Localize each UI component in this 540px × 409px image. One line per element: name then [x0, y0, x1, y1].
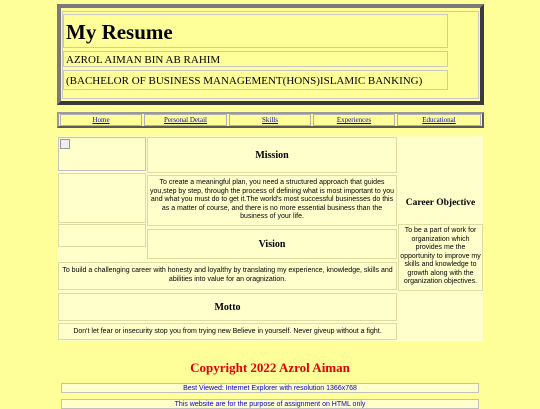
nav-link-educational[interactable]: Educational — [422, 116, 455, 124]
page-title: My Resume — [63, 14, 448, 48]
nav-cell-educational: Educational — [397, 114, 481, 126]
left-cell — [58, 224, 146, 247]
mission-title: Mission — [147, 137, 397, 173]
vision-title: Vision — [147, 229, 397, 259]
motto-text: Don't let fear or insecurity stop you fr… — [58, 323, 397, 340]
nav-cell-personal-detail: Personal Detail — [144, 114, 227, 126]
nav-link-skills[interactable]: Skills — [262, 116, 278, 124]
copyright-text: Copyright 2022 Azrol Aiman — [190, 360, 350, 375]
left-cell — [58, 173, 146, 223]
purpose-note: This website are for the purpose of assi… — [61, 399, 479, 409]
nav-link-personal-detail[interactable]: Personal Detail — [164, 116, 207, 124]
profile-image — [58, 137, 146, 171]
owner-name: AZROL AIMAN BIN AB RAHIM — [63, 51, 448, 67]
nav-cell-skills: Skills — [229, 114, 311, 126]
nav-cell-home: Home — [60, 114, 142, 126]
motto-title: Motto — [58, 293, 397, 321]
mission-text: To create a meaningful plan, you need a … — [147, 175, 397, 226]
nav-link-home[interactable]: Home — [92, 116, 109, 124]
best-viewed-note: Best Viewed: Internet Explorer with reso… — [61, 383, 479, 393]
broken-image-icon — [60, 139, 70, 149]
nav-cell-experiences: Experiences — [313, 114, 395, 126]
vision-text: To build a challenging career with hones… — [58, 262, 397, 290]
career-objective-text: To be a part of work for organization wh… — [398, 224, 483, 291]
career-objective-title: Career Objective — [405, 198, 476, 208]
owner-degree: (BACHELOR OF BUSINESS MANAGEMENT(HONS)IS… — [63, 70, 448, 90]
nav-link-experiences[interactable]: Experiences — [337, 116, 371, 124]
